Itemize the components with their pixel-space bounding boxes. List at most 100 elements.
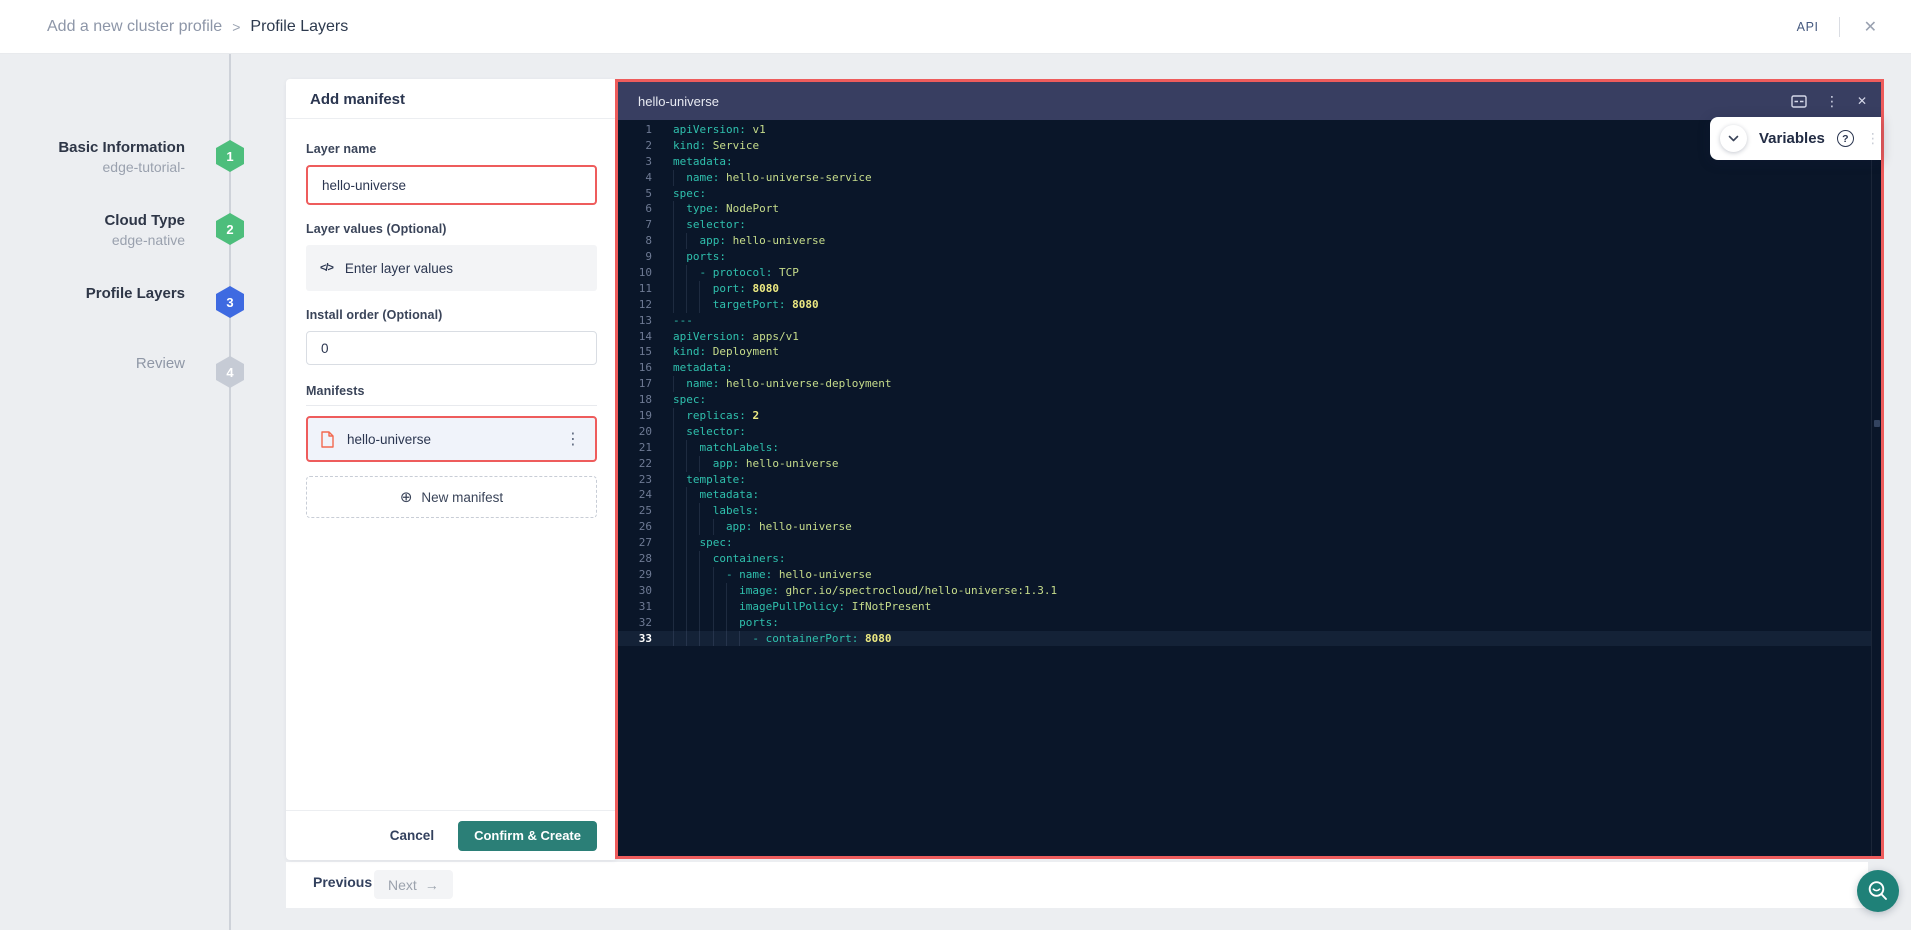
variables-label[interactable]: Variables: [1759, 130, 1825, 147]
line-number: 28: [618, 551, 652, 567]
code-line: 7selector:: [618, 217, 1871, 233]
line-number: 26: [618, 519, 652, 535]
manifests-label: Manifests: [306, 383, 597, 399]
breadcrumb-parent-link[interactable]: Add a new cluster profile: [47, 18, 222, 36]
code-line: 24metadata:: [618, 487, 1871, 503]
wizard-stepper: Basic Informationedge-tutorial-1 Cloud Ty…: [0, 54, 286, 454]
step-badge: 2: [216, 213, 244, 245]
line-number: 24: [618, 487, 652, 503]
editor-kebab-icon[interactable]: ⋮: [1825, 93, 1839, 110]
line-number: 19: [618, 408, 652, 424]
line-number: 12: [618, 297, 652, 313]
install-order-input[interactable]: [306, 331, 597, 365]
code-line: 17name: hello-universe-deployment: [618, 376, 1871, 392]
line-number: 11: [618, 281, 652, 297]
manifest-kebab-icon[interactable]: ⋮: [563, 429, 583, 449]
code-line: 3metadata:: [618, 154, 1871, 170]
cancel-button[interactable]: Cancel: [390, 828, 434, 843]
enter-layer-values-button[interactable]: </> Enter layer values: [306, 245, 597, 291]
layer-name-label: Layer name: [306, 141, 597, 157]
wizard-nav: Previous Next →: [286, 862, 1868, 908]
code-line: 28containers:: [618, 551, 1871, 567]
code-line: 25labels:: [618, 503, 1871, 519]
code-line: 21matchLabels:: [618, 440, 1871, 456]
code-line: 18spec:: [618, 392, 1871, 408]
step-cloud-type[interactable]: Cloud Typeedge-native2: [0, 211, 286, 271]
breadcrumb-separator: >: [232, 19, 240, 35]
code-line: 6type: NodePort: [618, 201, 1871, 217]
top-header: Add a new cluster profile > Profile Laye…: [0, 0, 1911, 54]
code-line: 16metadata:: [618, 360, 1871, 376]
layer-values-label: Layer values (Optional): [306, 221, 597, 237]
code-editor[interactable]: 1apiVersion: v12kind: Service3metadata:4…: [618, 120, 1871, 856]
confirm-create-button[interactable]: Confirm & Create: [458, 821, 597, 851]
help-search-fab[interactable]: [1857, 870, 1899, 912]
help-icon[interactable]: ?: [1837, 130, 1854, 147]
manifest-list: hello-universe⋮: [306, 416, 597, 462]
code-line: 11port: 8080: [618, 281, 1871, 297]
line-number: 9: [618, 249, 652, 265]
code-line: 9ports:: [618, 249, 1871, 265]
line-number: 6: [618, 201, 652, 217]
code-line: 29- name: hello-universe: [618, 567, 1871, 583]
code-line: 14apiVersion: apps/v1: [618, 329, 1871, 345]
next-button[interactable]: Next →: [374, 870, 453, 899]
code-line: 1apiVersion: v1: [618, 122, 1871, 138]
line-number: 1: [618, 122, 652, 138]
line-number: 4: [618, 170, 652, 186]
magnifier-smile-icon: [1866, 879, 1890, 903]
code-line: 27spec:: [618, 535, 1871, 551]
line-number: 25: [618, 503, 652, 519]
line-number: 21: [618, 440, 652, 456]
variables-kebab-icon[interactable]: ⋮: [1866, 130, 1880, 147]
code-line: 4name: hello-universe-service: [618, 170, 1871, 186]
line-number: 17: [618, 376, 652, 392]
editor-scrollbar: [1871, 120, 1881, 856]
new-manifest-button[interactable]: ⊕ New manifest: [306, 476, 597, 518]
line-number: 30: [618, 583, 652, 599]
editor-title: hello-universe: [638, 94, 1791, 109]
manifests-divider: [306, 405, 597, 406]
previous-button[interactable]: Previous: [313, 874, 372, 890]
step-badge: 3: [216, 286, 244, 318]
code-line: 12targetPort: 8080: [618, 297, 1871, 313]
manifest-file-icon: [320, 431, 335, 448]
variables-panel: Variables ? ⋮: [1710, 117, 1881, 160]
code-brackets-icon: </>: [320, 262, 333, 274]
code-line: 10- protocol: TCP: [618, 265, 1871, 281]
step-badge: 1: [216, 140, 244, 172]
api-button[interactable]: API: [1797, 20, 1819, 34]
manifest-name: hello-universe: [347, 432, 563, 447]
arrow-right-icon: →: [425, 877, 439, 893]
line-number: 22: [618, 456, 652, 472]
code-line: 23template:: [618, 472, 1871, 488]
page-title: Profile Layers: [250, 18, 348, 36]
code-line: 22app: hello-universe: [618, 456, 1871, 472]
editor-close-icon[interactable]: ✕: [1857, 94, 1867, 108]
line-number: 15: [618, 344, 652, 360]
next-label: Next: [388, 877, 417, 893]
new-manifest-label: New manifest: [421, 490, 503, 505]
manifest-item[interactable]: hello-universe⋮: [306, 416, 597, 462]
code-line: 8app: hello-universe: [618, 233, 1871, 249]
step-profile-layers[interactable]: Profile Layers 3: [0, 284, 286, 344]
line-number: 14: [618, 329, 652, 345]
enter-layer-values-label: Enter layer values: [345, 261, 453, 276]
line-number: 5: [618, 186, 652, 202]
step-review[interactable]: Review4: [0, 354, 286, 414]
code-line: 30image: ghcr.io/spectrocloud/hello-univ…: [618, 583, 1871, 599]
layer-name-input[interactable]: [306, 165, 597, 205]
step-basic-information[interactable]: Basic Informationedge-tutorial-1: [0, 138, 286, 198]
step-text: Profile Layers: [86, 284, 185, 304]
panel-footer: Cancel Confirm & Create: [286, 810, 617, 860]
scrollbar-thumb[interactable]: [1874, 420, 1880, 427]
step-badge: 4: [216, 356, 244, 388]
line-number: 8: [618, 233, 652, 249]
close-icon[interactable]: ✕: [1860, 17, 1881, 37]
install-order-label: Install order (Optional): [306, 307, 597, 323]
code-line: 19replicas: 2: [618, 408, 1871, 424]
split-view-icon[interactable]: [1791, 95, 1807, 108]
line-number: 7: [618, 217, 652, 233]
code-line: 20selector:: [618, 424, 1871, 440]
chevron-down-icon[interactable]: [1720, 125, 1747, 152]
